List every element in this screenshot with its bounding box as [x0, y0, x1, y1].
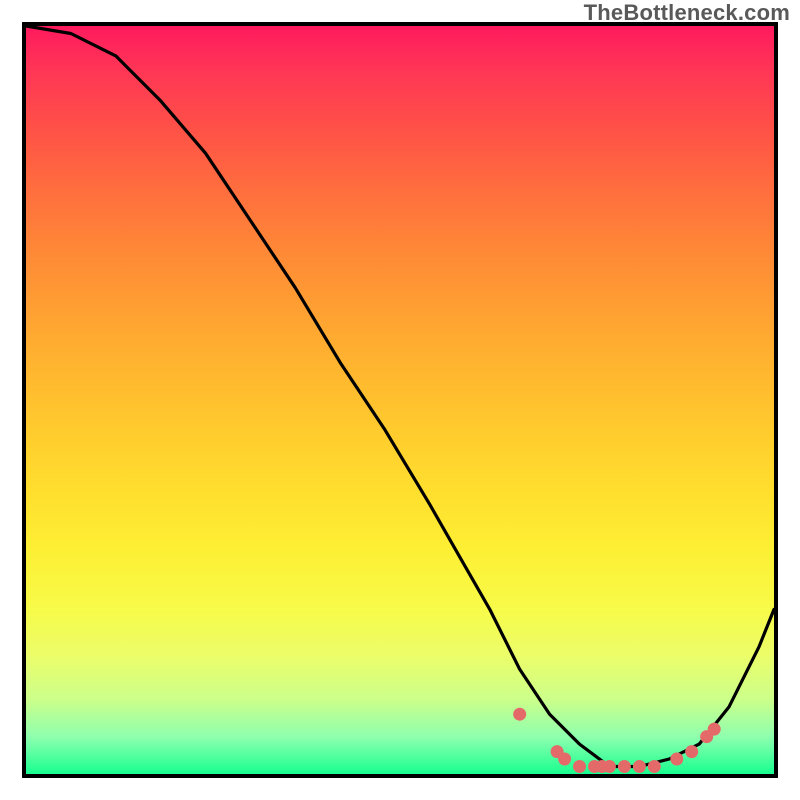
- fit-marker: [670, 753, 683, 766]
- fit-marker: [708, 723, 721, 736]
- fit-marker: [558, 753, 571, 766]
- fit-marker: [633, 760, 646, 773]
- fit-marker: [648, 760, 661, 773]
- fit-marker: [618, 760, 631, 773]
- fit-marker-group: [513, 708, 721, 773]
- fit-marker: [573, 760, 586, 773]
- fit-marker: [603, 760, 616, 773]
- curve-layer: [26, 26, 774, 774]
- bottleneck-curve-path: [26, 26, 774, 767]
- fit-marker: [513, 708, 526, 721]
- fit-marker: [685, 745, 698, 758]
- bottleneck-chart: TheBottleneck.com: [0, 0, 800, 800]
- plot-area: [22, 22, 778, 778]
